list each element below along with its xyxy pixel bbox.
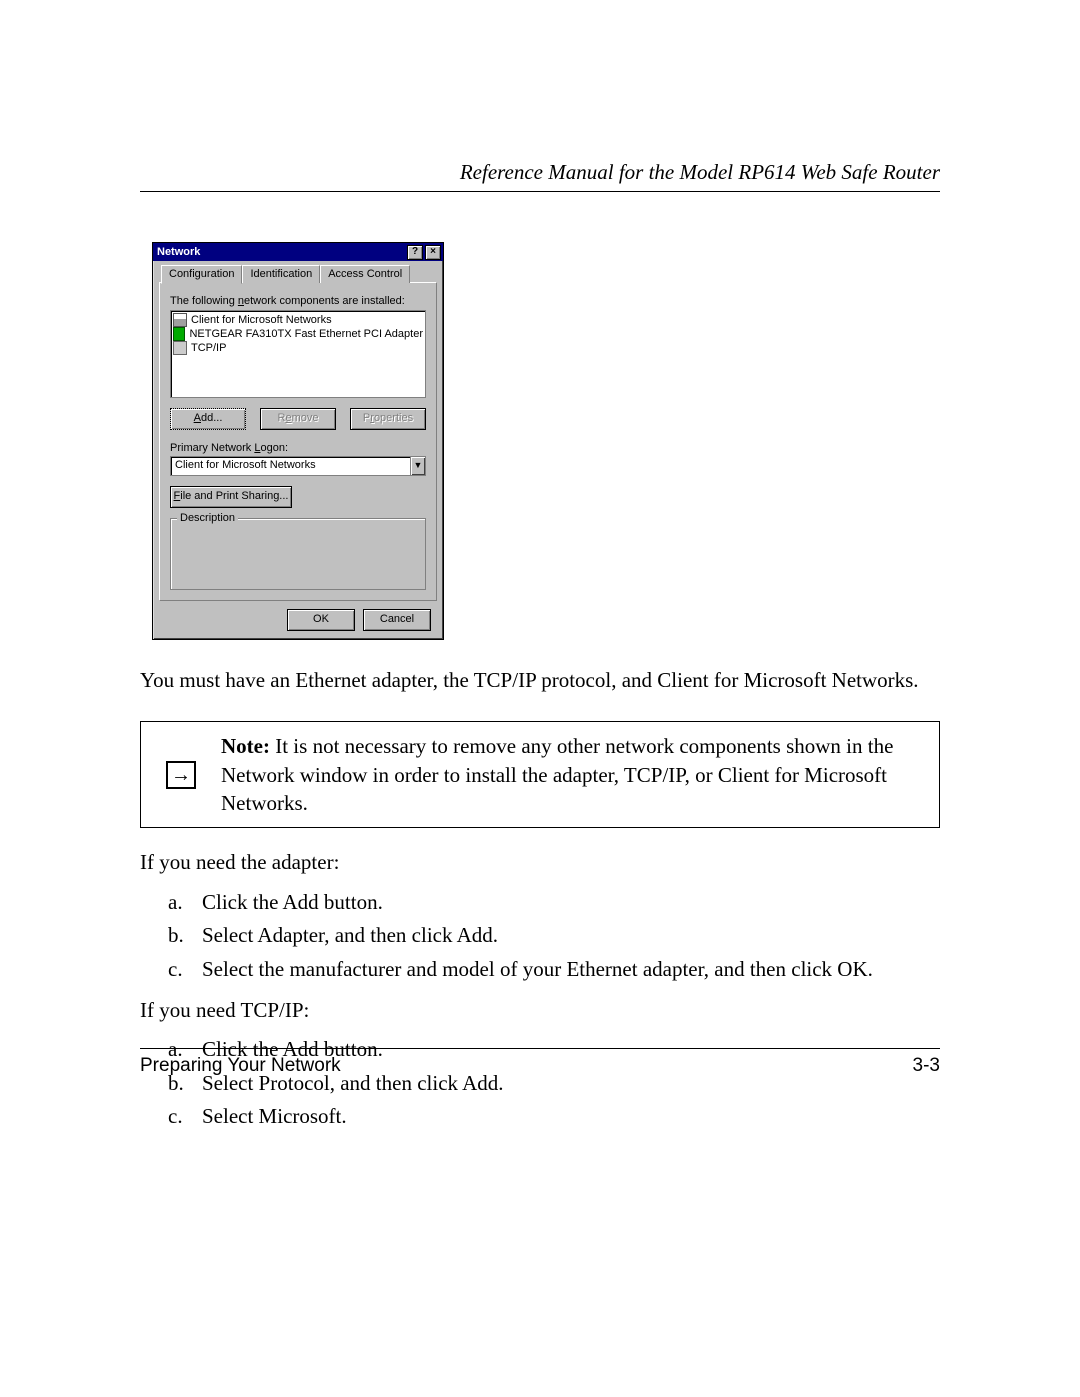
page-footer: Preparing Your Network 3-3 — [140, 1048, 940, 1077]
tab-identification[interactable]: Identification — [242, 265, 320, 283]
tab-configuration[interactable]: Configuration — [161, 265, 242, 284]
list-item: c. Select Microsoft. — [168, 1102, 940, 1131]
primary-logon-value: Client for Microsoft Networks — [171, 457, 410, 475]
close-button[interactable]: × — [425, 245, 441, 260]
page-header-title: Reference Manual for the Model RP614 Web… — [140, 160, 940, 185]
client-icon — [173, 313, 187, 327]
network-dialog: Network ? × Configuration Identification… — [152, 242, 444, 640]
tab-access-control[interactable]: Access Control — [320, 265, 410, 283]
list-text: Select Microsoft. — [202, 1102, 347, 1131]
file-print-sharing-button[interactable]: File and Print Sharing... — [170, 486, 292, 508]
remove-button: Remove — [260, 408, 336, 430]
document-page: Reference Manual for the Model RP614 Web… — [0, 0, 1080, 1397]
primary-logon-label: Primary Network Logon: — [170, 442, 426, 454]
tcpip-intro: If you need TCP/IP: — [140, 996, 940, 1025]
adapter-steps: a. Click the Add button. b. Select Adapter… — [140, 888, 940, 984]
help-button[interactable]: ? — [407, 245, 423, 260]
properties-button: Properties — [350, 408, 426, 430]
list-marker: b. — [168, 921, 188, 950]
primary-logon-combo[interactable]: Client for Microsoft Networks ▼ — [170, 456, 426, 476]
dialog-title: Network — [157, 246, 405, 258]
list-item-protocol[interactable]: TCP/IP — [173, 341, 423, 355]
list-item: b. Select Adapter, and then click Add. — [168, 921, 940, 950]
list-item-label: TCP/IP — [191, 341, 226, 355]
note-label: Note: — [221, 734, 270, 758]
ok-button[interactable]: OK — [287, 609, 355, 631]
list-marker: c. — [168, 955, 188, 984]
footer-left: Preparing Your Network — [140, 1055, 341, 1077]
dialog-button-row: OK Cancel — [159, 601, 437, 631]
description-label: Description — [177, 512, 238, 524]
list-marker: c. — [168, 1102, 188, 1131]
header-rule — [140, 191, 940, 192]
note-icon-cell: → — [141, 722, 221, 827]
adapter-icon — [173, 327, 185, 341]
adapter-intro: If you need the adapter: — [140, 848, 940, 877]
list-text: Select Adapter, and then click Add. — [202, 921, 498, 950]
footer-right: 3-3 — [913, 1055, 940, 1077]
list-item: a. Click the Add button. — [168, 888, 940, 917]
dialog-body: Configuration Identification Access Cont… — [153, 261, 443, 639]
list-text: Select the manufacturer and model of you… — [202, 955, 873, 984]
list-item-client[interactable]: Client for Microsoft Networks — [173, 313, 423, 327]
paragraph: You must have an Ethernet adapter, the T… — [140, 666, 940, 695]
chevron-down-icon[interactable]: ▼ — [410, 457, 425, 475]
cancel-button[interactable]: Cancel — [363, 609, 431, 631]
list-item-label: Client for Microsoft Networks — [191, 313, 332, 327]
dialog-titlebar: Network ? × — [153, 243, 443, 261]
component-button-row: Add... Remove Properties — [170, 408, 426, 430]
list-item-adapter[interactable]: NETGEAR FA310TX Fast Ethernet PCI Adapte… — [173, 327, 423, 341]
arrow-right-icon: → — [166, 761, 196, 789]
description-groupbox: Description — [170, 518, 426, 590]
note-text: Note: It is not necessary to remove any … — [221, 722, 939, 827]
list-marker: a. — [168, 888, 188, 917]
protocol-icon — [173, 341, 187, 355]
footer-rule — [140, 1048, 940, 1049]
list-item-label: NETGEAR FA310TX Fast Ethernet PCI Adapte… — [189, 327, 423, 341]
dialog-tabs: Configuration Identification Access Cont… — [159, 265, 437, 283]
list-item: c. Select the manufacturer and model of y… — [168, 955, 940, 984]
note-box: → Note: It is not necessary to remove an… — [140, 721, 940, 828]
tab-panel: The following network components are ins… — [159, 282, 437, 601]
add-button[interactable]: Add... — [170, 408, 246, 430]
list-text: Click the Add button. — [202, 888, 383, 917]
components-listbox[interactable]: Client for Microsoft Networks NETGEAR FA… — [170, 310, 426, 398]
note-body: It is not necessary to remove any other … — [221, 734, 893, 815]
components-label: The following network components are ins… — [170, 295, 426, 307]
